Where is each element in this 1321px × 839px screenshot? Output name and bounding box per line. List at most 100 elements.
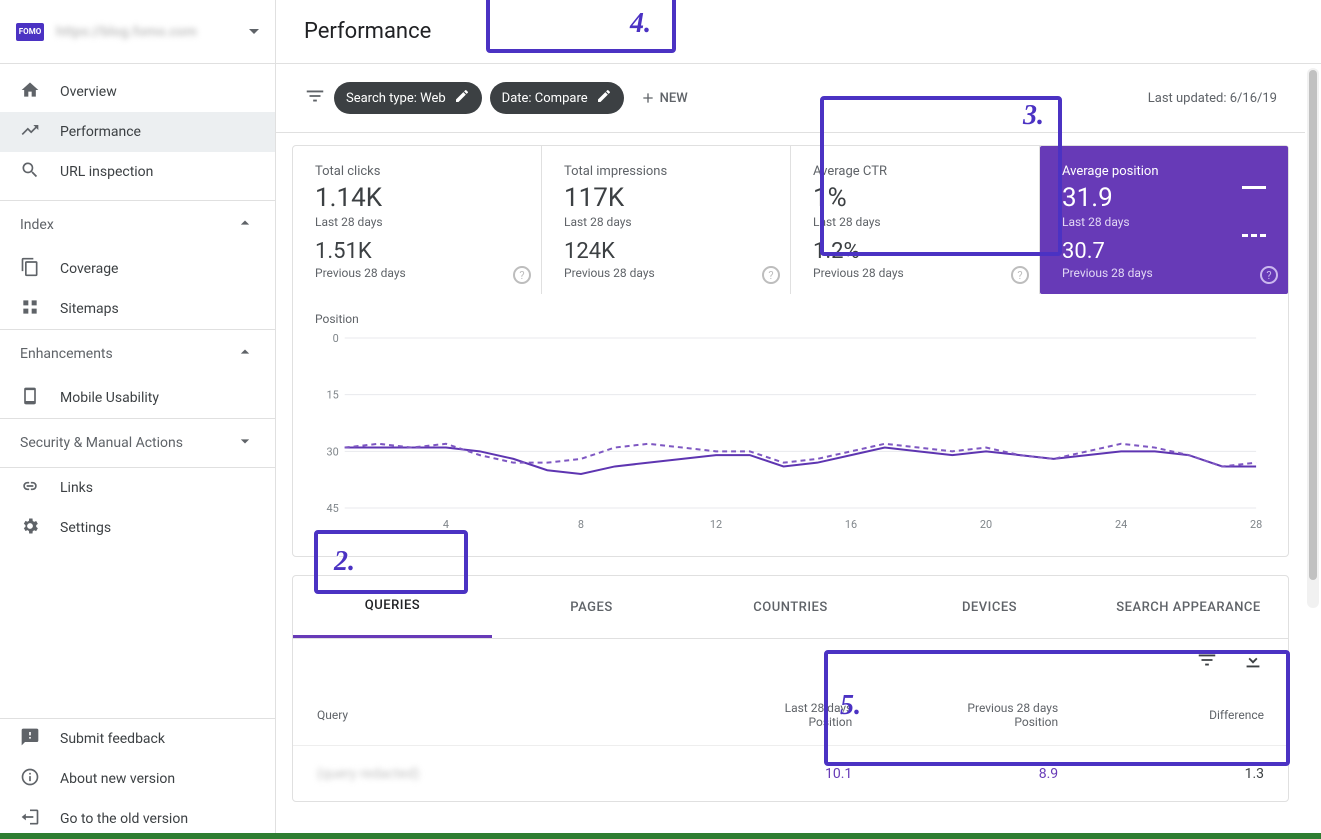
metric-label: Average CTR: [813, 164, 1017, 179]
svg-text:45: 45: [327, 502, 339, 515]
filter-icon[interactable]: [304, 85, 326, 111]
tabs-card: QUERIES PAGES COUNTRIES DEVICES SEARCH A…: [292, 575, 1289, 802]
chart: Position 0153045481216202428: [293, 294, 1288, 556]
table-row[interactable]: (query redacted) 10.1 8.9 1.3: [293, 745, 1288, 801]
link-icon: [20, 476, 44, 500]
nav-settings[interactable]: Settings: [0, 508, 275, 548]
tab-queries[interactable]: QUERIES: [293, 576, 492, 638]
add-filter-button[interactable]: NEW: [632, 82, 696, 114]
sidebar: FOMO https://blog.fomo.com Overview Perf…: [0, 0, 276, 839]
metric-value: 1.14K: [315, 183, 519, 213]
metric-value: 31.9: [1062, 183, 1266, 213]
section-security[interactable]: Security & Manual Actions: [0, 419, 275, 467]
chip-search-type[interactable]: Search type: Web: [334, 82, 482, 114]
nav-sitemaps[interactable]: Sitemaps: [0, 289, 275, 329]
chip-date[interactable]: Date: Compare: [490, 82, 624, 114]
help-icon[interactable]: ?: [513, 266, 531, 284]
last-updated: Last updated: 6/16/19: [1148, 91, 1277, 106]
scrollbar[interactable]: [1307, 68, 1319, 608]
svg-text:12: 12: [710, 518, 722, 531]
metric-label: Average position: [1062, 164, 1266, 179]
nav-mobile-usability[interactable]: Mobile Usability: [0, 378, 275, 418]
tab-countries[interactable]: COUNTRIES: [691, 576, 890, 638]
metric-label: Total impressions: [564, 164, 768, 179]
nav-label: Links: [60, 480, 93, 496]
trend-icon: [20, 120, 44, 144]
app-root: FOMO https://blog.fomo.com Overview Perf…: [0, 0, 1321, 839]
metric-sub-prev: Previous 28 days: [1062, 266, 1266, 280]
th-difference: Difference: [1058, 708, 1264, 722]
nav-label: Overview: [60, 84, 117, 100]
search-icon: [20, 160, 44, 184]
metric-label: Total clicks: [315, 164, 519, 179]
help-icon[interactable]: ?: [762, 266, 780, 284]
tab-devices[interactable]: DEVICES: [890, 576, 1089, 638]
page-title: Performance: [304, 19, 431, 44]
cell-diff: 1.3: [1058, 766, 1264, 782]
copy-icon: [20, 257, 44, 281]
section-enhancements[interactable]: Enhancements: [0, 330, 275, 378]
metric-total-clicks[interactable]: Total clicks 1.14K Last 28 days 1.51K Pr…: [293, 146, 542, 294]
property-selector[interactable]: FOMO https://blog.fomo.com: [0, 0, 275, 64]
th-prev-position: Previous 28 daysPosition: [852, 701, 1058, 729]
nav-performance[interactable]: Performance: [0, 112, 275, 152]
chip-label: Search type: Web: [346, 91, 446, 106]
svg-text:0: 0: [333, 332, 339, 345]
svg-text:8: 8: [578, 518, 584, 531]
nav-coverage[interactable]: Coverage: [0, 249, 275, 289]
cell-query: (query redacted): [317, 766, 646, 782]
line-chart[interactable]: 0153045481216202428: [315, 332, 1266, 532]
svg-text:30: 30: [327, 445, 339, 458]
nav-feedback[interactable]: Submit feedback: [0, 719, 275, 759]
metric-sub: Last 28 days: [564, 215, 768, 229]
metric-value-prev: 1.2%: [813, 239, 1017, 264]
filter-icon[interactable]: [1196, 649, 1218, 675]
chevron-down-icon: [235, 431, 255, 455]
metric-sub-prev: Previous 28 days: [564, 266, 768, 280]
chip-label: Date: Compare: [502, 91, 588, 106]
pencil-icon: [596, 88, 612, 108]
content-scroll[interactable]: Search type: Web Date: Compare NEW Last …: [276, 64, 1321, 839]
help-icon[interactable]: ?: [1011, 266, 1029, 284]
metric-average-ctr[interactable]: Average CTR 1% Last 28 days 1.2% Previou…: [791, 146, 1040, 294]
sidebar-footer: Submit feedback About new version Go to …: [0, 718, 275, 839]
section-index[interactable]: Index: [0, 201, 275, 249]
svg-text:24: 24: [1115, 518, 1127, 531]
nav-label: Mobile Usability: [60, 390, 159, 406]
nav-overview[interactable]: Overview: [0, 72, 275, 112]
chart-title: Position: [315, 312, 1266, 326]
th-last-position: Last 28 daysPosition: [646, 701, 852, 729]
nav-label: Submit feedback: [60, 731, 165, 747]
nav-links[interactable]: Links: [0, 468, 275, 508]
nav-label: Performance: [60, 124, 141, 140]
metric-value-prev: 30.7: [1062, 239, 1266, 264]
metric-sub-prev: Previous 28 days: [315, 266, 519, 280]
nav-url-inspection[interactable]: URL inspection: [0, 152, 275, 192]
legend-solid-icon: [1242, 186, 1266, 189]
nav-about[interactable]: About new version: [0, 759, 275, 799]
cell-prev: 8.9: [852, 766, 1058, 782]
metric-sub: Last 28 days: [813, 215, 1017, 229]
help-icon[interactable]: ?: [1260, 266, 1278, 284]
bottom-accent: [0, 833, 1321, 839]
section-label: Index: [20, 217, 54, 233]
metric-average-position[interactable]: Average position 31.9 Last 28 days 30.7 …: [1040, 146, 1288, 294]
metrics-row: Total clicks 1.14K Last 28 days 1.51K Pr…: [293, 146, 1288, 294]
table-toolbar: [293, 639, 1288, 685]
metric-sub-prev: Previous 28 days: [813, 266, 1017, 280]
tab-search-appearance[interactable]: SEARCH APPEARANCE: [1089, 576, 1288, 638]
metric-total-impressions[interactable]: Total impressions 117K Last 28 days 124K…: [542, 146, 791, 294]
svg-text:28: 28: [1250, 518, 1262, 531]
feedback-icon: [20, 727, 44, 751]
table-header: Query Last 28 daysPosition Previous 28 d…: [293, 685, 1288, 745]
tabs: QUERIES PAGES COUNTRIES DEVICES SEARCH A…: [293, 576, 1288, 639]
chevron-down-icon: [249, 29, 259, 34]
section-label: Security & Manual Actions: [20, 435, 183, 451]
nav-label: Coverage: [60, 261, 118, 277]
tab-pages[interactable]: PAGES: [492, 576, 691, 638]
filter-bar: Search type: Web Date: Compare NEW Last …: [276, 64, 1305, 133]
new-label: NEW: [660, 91, 688, 106]
download-icon[interactable]: [1242, 649, 1264, 675]
nav-label: Sitemaps: [60, 301, 119, 317]
chevron-up-icon: [235, 213, 255, 237]
